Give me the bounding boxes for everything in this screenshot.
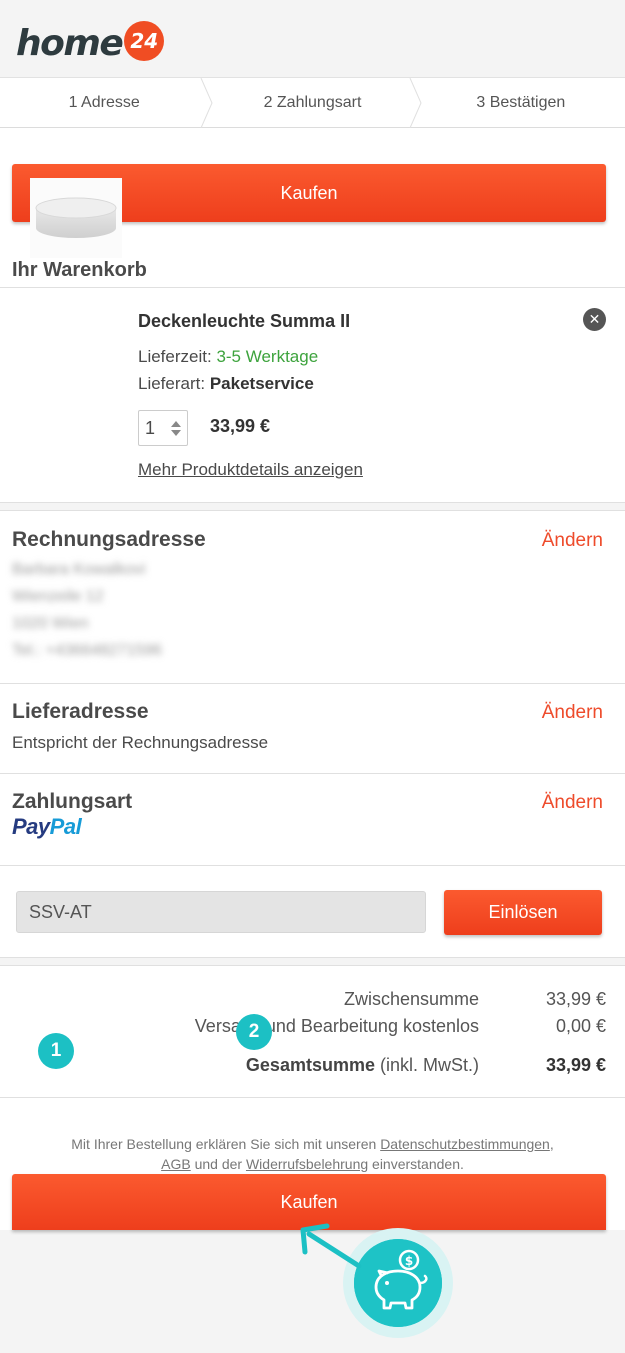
agb-link[interactable]: AGB [161,1156,191,1172]
billing-line: Tel.: +436648271596 [12,642,162,659]
total-label-text: Gesamtsumme [245,1055,375,1075]
billing-title: Rechnungsadresse [12,528,206,551]
legal-part1: Mit Ihrer Bestellung erklären Sie sich m… [71,1136,381,1152]
product-image[interactable] [30,178,122,258]
cart-title: Ihr Warenkorb [12,259,147,281]
home24-logo[interactable]: home 24 [16,20,165,66]
total-value: 33,99 € [545,1055,606,1075]
paypal-part1: Pay [12,814,50,839]
divider [0,683,625,684]
shipping-cost-value: 0,00 € [555,1016,606,1036]
arrow-up-icon[interactable] [171,420,181,427]
total-label: Gesamtsumme (inkl. MwSt.) [246,1055,479,1076]
shipping-change-link[interactable]: Ändern [542,702,603,724]
checkout-content: Kaufen Ihr Warenkorb Deckenleuchte Summa… [0,128,625,1230]
logo-text: home [16,22,124,64]
billing-change-link[interactable]: Ändern [542,530,603,552]
marker-2: 2 [236,1014,272,1050]
legal-part2: , [549,1136,554,1152]
withdrawal-link[interactable]: Widerrufsbelehrung [246,1156,368,1172]
legal-text: Mit Ihrer Bestellung erklären Sie sich m… [0,1134,625,1174]
marker-1: 1 [38,1033,74,1069]
privacy-link[interactable]: Datenschutzbestimmungen [380,1136,550,1152]
delivery-type-label: Lieferart: [138,374,206,393]
step-label: 2 Zahlungsart [263,93,362,111]
quantity-value: 1 [145,417,156,438]
product-price: 33,99 € [210,416,271,436]
delivery-type: Lieferart: Paketservice [138,374,314,394]
product-details-link[interactable]: Mehr Produktdetails anzeigen [138,460,363,480]
step-address[interactable]: 1 Adresse [0,78,213,128]
quantity-stepper[interactable]: 1 [138,410,188,446]
total-note: (inkl. MwSt.) [380,1055,479,1075]
section-gap [0,957,625,966]
shipping-text: Entspricht der Rechnungsadresse [12,733,269,752]
payment-change-link[interactable]: Ändern [542,792,603,814]
payment-title: Zahlungsart [12,790,133,813]
step-label: 3 Bestätigen [476,93,566,111]
delivery-type-value: Paketservice [209,374,314,393]
subtotal-value: 33,99 € [545,989,606,1009]
billing-line: 1020 Wien [12,615,89,632]
stepper-arrows-icon[interactable] [169,420,183,436]
step-confirm[interactable]: 3 Bestätigen [417,78,625,127]
legal-part3: und der [190,1156,246,1172]
billing-line: Barbara Kowalkovi [12,561,146,578]
redeem-button[interactable]: Einlösen [444,890,602,935]
arrow-pointer-icon [300,1223,362,1269]
voucher-input[interactable]: SSV-AT [16,891,426,933]
step-label: 1 Adresse [68,93,140,111]
remove-item-icon[interactable]: ✕ [583,308,606,331]
billing-line: Wienzeile 12 [12,588,104,605]
divider [0,865,625,866]
arrow-down-icon[interactable] [171,429,181,436]
subtotal-label: Zwischensumme [343,989,479,1009]
logo-badge: 24 [124,21,165,61]
delivery-time-value: 3-5 Werktage [216,347,319,366]
divider [0,1097,625,1098]
piggy-bank-icon: $ [354,1239,442,1327]
legal-part4: einverstanden. [368,1156,464,1172]
delivery-time-label: Lieferzeit: [138,347,212,366]
paypal-part2: Pal [49,814,82,839]
product-name[interactable]: Deckenleuchte Summa II [138,311,350,332]
step-payment[interactable]: 2 Zahlungsart [208,78,422,128]
voucher-value: SSV-AT [29,901,92,922]
checkout-steps: 1 Adresse 2 Zahlungsart 3 Bestätigen [0,78,625,128]
shipping-title: Lieferadresse [12,700,149,723]
paypal-logo: PayPal [12,814,82,840]
divider [0,773,625,774]
section-gap [0,502,625,511]
divider [0,287,625,288]
svg-text:$: $ [405,1254,413,1268]
header: home 24 [0,0,625,78]
delivery-time: Lieferzeit: 3-5 Werktage [138,347,318,367]
